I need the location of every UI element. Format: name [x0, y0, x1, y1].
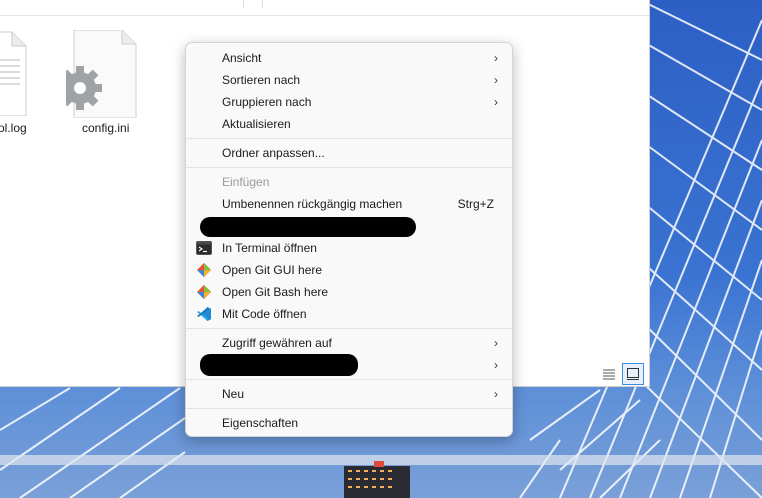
menu-item-ordner-anpassen[interactable]: Ordner anpassen...: [190, 142, 508, 164]
file-label: ol.log: [0, 121, 27, 135]
menu-item-shortcut: Strg+Z: [457, 197, 494, 211]
menu-divider: [186, 167, 512, 168]
git-bash-icon: [197, 285, 211, 299]
terminal-icon: [196, 241, 212, 255]
explorer-toolbar: [0, 0, 649, 16]
vscode-icon: [197, 307, 211, 321]
menu-item-zugriff[interactable]: Zugriff gewähren auf ›: [190, 332, 508, 354]
chevron-right-icon: ›: [494, 51, 498, 65]
menu-item-label: In Terminal öffnen: [222, 241, 317, 255]
menu-item-label: Mit Code öffnen: [222, 307, 307, 321]
menu-divider: [186, 328, 512, 329]
menu-item-umbenennen-rueckgaengig[interactable]: Umbenennen rückgängig machen Strg+Z: [190, 193, 508, 215]
large-icons-view-button[interactable]: [622, 363, 644, 385]
menu-item-gruppieren[interactable]: Gruppieren nach ›: [190, 91, 508, 113]
menu-item-ansicht[interactable]: Ansicht ›: [190, 47, 508, 69]
chevron-right-icon: ›: [494, 336, 498, 350]
menu-item-label: Sortieren nach: [222, 73, 301, 87]
menu-item-eigenschaften[interactable]: Eigenschaften: [190, 412, 508, 434]
menu-item-sortieren[interactable]: Sortieren nach ›: [190, 69, 508, 91]
chevron-right-icon: ›: [494, 387, 498, 401]
menu-item-redacted-1[interactable]: [190, 215, 508, 237]
chevron-right-icon: ›: [494, 73, 498, 87]
menu-item-terminal[interactable]: In Terminal öffnen: [190, 237, 508, 259]
menu-item-einfuegen: Einfügen: [190, 171, 508, 193]
menu-item-label: Eigenschaften: [222, 416, 299, 430]
menu-item-label: Einfügen: [222, 175, 270, 189]
redaction-mark: [200, 217, 416, 237]
menu-item-git-gui[interactable]: Open Git GUI here: [190, 259, 508, 281]
menu-item-label: Aktualisieren: [222, 117, 291, 131]
menu-item-git-bash[interactable]: Open Git Bash here: [190, 281, 508, 303]
menu-divider: [186, 408, 512, 409]
file-item-config[interactable]: config.ini: [58, 29, 146, 135]
details-view-icon: [603, 369, 615, 380]
large-icons-view-icon: [627, 368, 639, 380]
menu-item-redacted-2[interactable]: ›: [190, 354, 508, 376]
menu-item-label: Zugriff gewähren auf: [222, 336, 332, 350]
menu-item-label: Gruppieren nach: [222, 95, 312, 109]
menu-item-aktualisieren[interactable]: Aktualisieren: [190, 113, 508, 135]
menu-item-label: Umbenennen rückgängig machen: [222, 197, 403, 211]
text-file-icon: [0, 31, 27, 117]
chevron-right-icon: ›: [494, 95, 498, 109]
file-item-log[interactable]: ol.log: [0, 30, 50, 135]
redaction-mark: [200, 354, 358, 376]
menu-item-label: Open Git Bash here: [222, 285, 329, 299]
toolbar-separator: [243, 0, 244, 8]
context-menu: Ansicht › Sortieren nach › Gruppieren na…: [185, 42, 513, 437]
menu-item-label: Ordner anpassen...: [222, 146, 325, 160]
menu-item-label: Neu: [222, 387, 245, 401]
git-gui-icon: [197, 263, 211, 277]
details-view-button[interactable]: [598, 363, 620, 385]
menu-item-neu[interactable]: Neu ›: [190, 383, 508, 405]
menu-item-mit-code[interactable]: Mit Code öffnen: [190, 303, 508, 325]
menu-item-label: Open Git GUI here: [222, 263, 323, 277]
toolbar-separator: [262, 0, 263, 8]
settings-file-icon: [58, 29, 137, 119]
chevron-right-icon: ›: [494, 358, 498, 372]
menu-divider: [186, 379, 512, 380]
menu-divider: [186, 138, 512, 139]
file-label: config.ini: [82, 121, 130, 135]
menu-item-label: Ansicht: [222, 51, 262, 65]
